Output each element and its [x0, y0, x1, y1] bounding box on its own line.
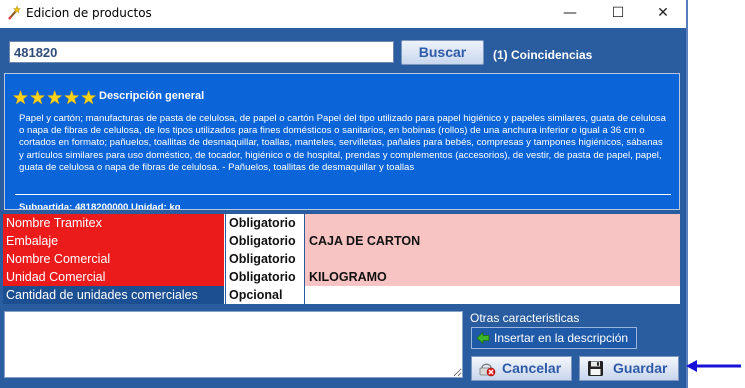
match-count: (1) Coincidencias: [493, 48, 593, 62]
green-arrow-left-icon: [476, 331, 490, 345]
cancel-button[interactable]: Cancelar: [471, 356, 572, 381]
field-row-embalaje: Embalaje Obligatorio CAJA DE CARTON: [3, 232, 680, 250]
field-value-input[interactable]: [305, 250, 680, 268]
window-content: Buscar (1) Coincidencias ★★★★★ Descripci…: [0, 28, 686, 388]
description-text: Papel y cartón; manufacturas de pasta de…: [19, 113, 666, 173]
save-label: Guardar: [613, 360, 668, 376]
maximize-button[interactable]: ☐: [595, 0, 641, 28]
field-label: Cantidad de unidades comerciales: [3, 286, 225, 304]
annotation-arrow-icon: [686, 360, 741, 372]
search-button[interactable]: Buscar: [401, 40, 484, 65]
field-requirement: Obligatorio: [226, 214, 304, 232]
field-value-input[interactable]: KILOGRAMO: [305, 268, 680, 286]
field-row-nombre-comercial: Nombre Comercial Obligatorio: [3, 250, 680, 268]
divider: [15, 194, 671, 195]
field-requirement: Obligatorio: [226, 268, 304, 286]
title-bar: Edicion de productos — ☐ ✕: [0, 0, 686, 28]
close-button[interactable]: ✕: [640, 0, 686, 28]
otras-caracteristicas-label: Otras caracteristicas: [470, 311, 580, 325]
field-value-input[interactable]: [305, 214, 680, 232]
field-row-cantidad-unidades: Cantidad de unidades comerciales Opciona…: [3, 286, 680, 304]
search-input[interactable]: [9, 41, 394, 63]
rating-stars-icon: ★★★★★: [12, 88, 98, 109]
insert-description-button[interactable]: Insertar en la descripción: [471, 327, 637, 349]
subpartida-info: Subpartida: 4818200000 Unidad: kg: [19, 202, 181, 210]
description-title: Descripción general: [99, 90, 205, 102]
cancel-icon: [479, 363, 496, 377]
floppy-disk-icon: [588, 361, 603, 376]
notes-textarea[interactable]: [4, 311, 463, 378]
minimize-button[interactable]: —: [547, 0, 593, 28]
field-requirement: Obligatorio: [226, 250, 304, 268]
save-button[interactable]: Guardar: [579, 356, 679, 381]
window-title: Edicion de productos: [26, 6, 152, 20]
magic-wand-icon: [8, 5, 22, 20]
field-requirement: Obligatorio: [226, 232, 304, 250]
product-edit-window: Edicion de productos — ☐ ✕ Buscar (1) Co…: [0, 0, 686, 388]
cancel-label: Cancelar: [502, 360, 562, 376]
field-value-input[interactable]: [305, 286, 680, 304]
field-value-input[interactable]: CAJA DE CARTON: [305, 232, 680, 250]
window-edge: [686, 0, 688, 388]
insert-description-label: Insertar en la descripción: [494, 331, 629, 345]
description-panel: ★★★★★ Descripción general Papel y cartón…: [4, 73, 680, 210]
field-label: Nombre Tramitex: [3, 214, 225, 232]
field-row-unidad-comercial: Unidad Comercial Obligatorio KILOGRAMO: [3, 268, 680, 286]
field-label: Embalaje: [3, 232, 225, 250]
field-row-nombre-tramitex: Nombre Tramitex Obligatorio: [3, 214, 680, 232]
field-label: Unidad Comercial: [3, 268, 225, 286]
field-requirement: Opcional: [226, 286, 304, 304]
field-label: Nombre Comercial: [3, 250, 225, 268]
